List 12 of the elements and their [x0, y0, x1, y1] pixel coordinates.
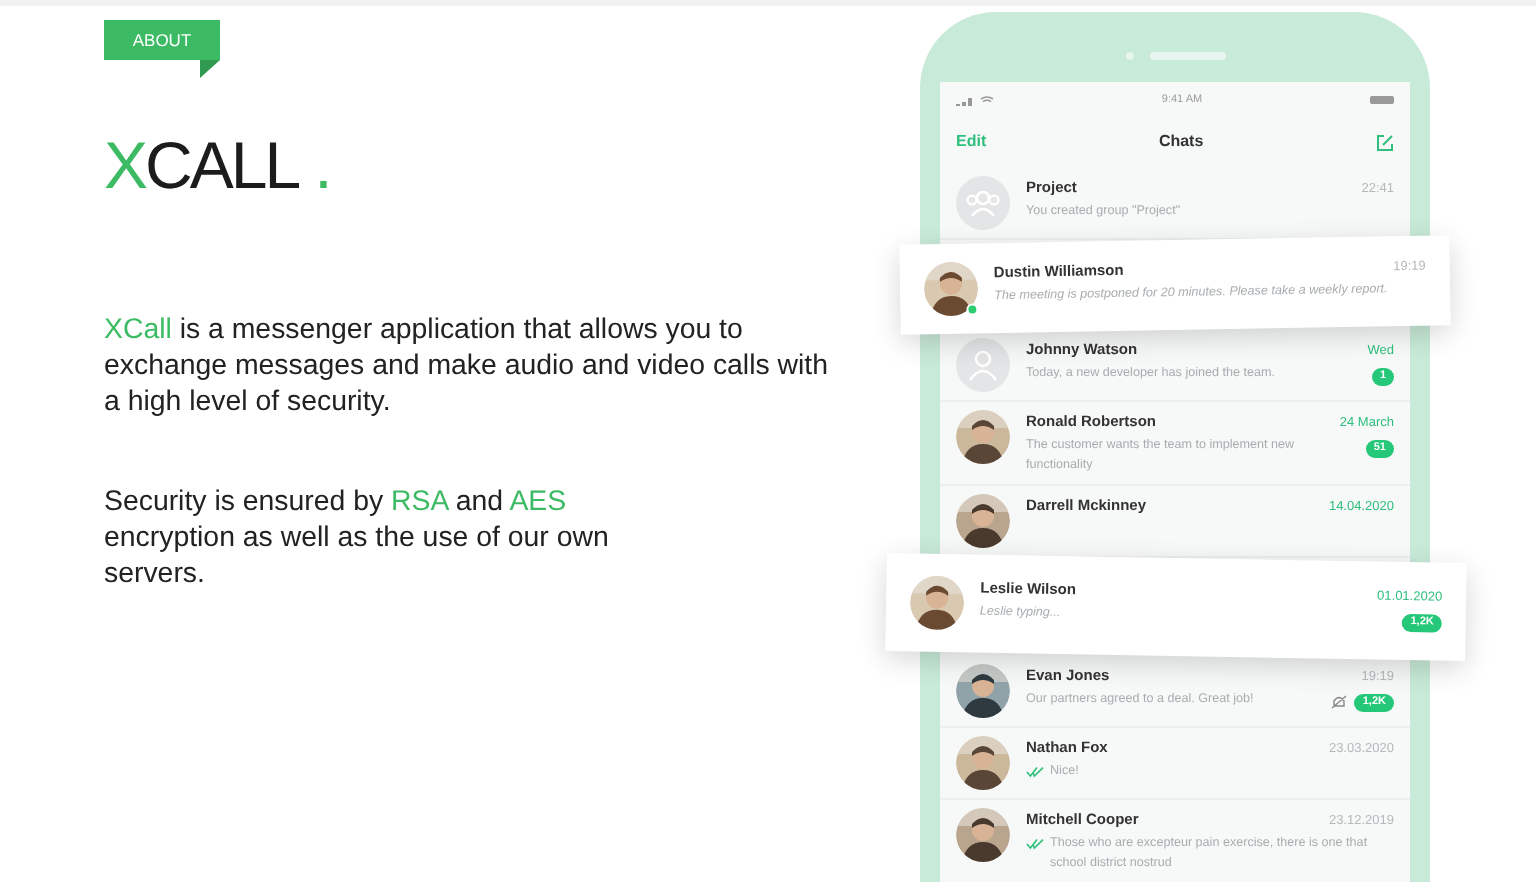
- tag-tail-icon: [200, 60, 220, 78]
- compose-icon[interactable]: [1376, 133, 1394, 152]
- description-paragraph: XCall is a messenger application that allows you to exchange messages and make audio and video calls with a high level of security.: [104, 312, 831, 420]
- screen-title: Chats: [1158, 130, 1204, 155]
- section-tag: ABOUT: [104, 20, 220, 60]
- wifi-icon: [980, 95, 994, 106]
- description-paragraph: Security is ensured by RSA and AES encryption as well as the use of our own servers.: [104, 484, 611, 592]
- group-icon: [956, 176, 1010, 231]
- logo: XCALL .: [104, 130, 330, 202]
- battery-icon: [1370, 96, 1394, 105]
- signal-icon: [956, 95, 974, 106]
- user-icon: [956, 338, 1010, 393]
